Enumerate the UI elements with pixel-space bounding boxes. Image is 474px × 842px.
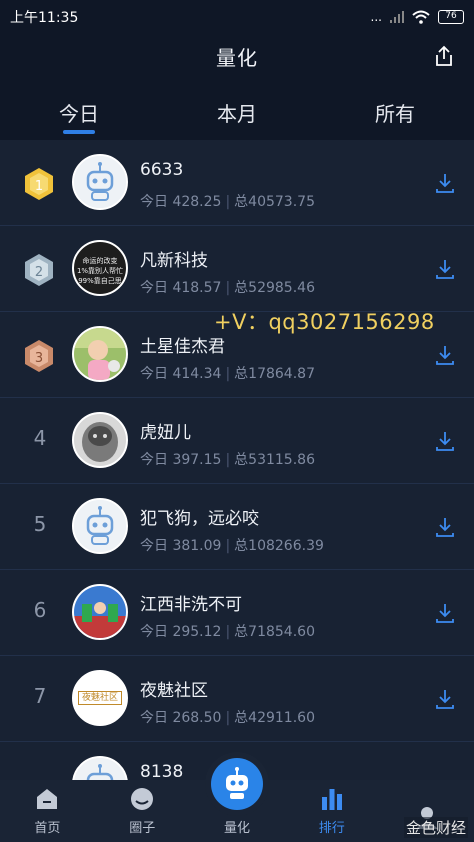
list-item[interactable]: 5 犯飞狗，远必咬 今日 381.09 | 总108266.39 (0, 484, 474, 570)
download-icon[interactable] (434, 688, 456, 710)
robot-icon (226, 767, 248, 799)
nav-home[interactable]: 首页 (0, 780, 95, 842)
header: 量化 (0, 34, 474, 78)
user-name: 凡新科技 (140, 251, 208, 271)
svg-text:1: 1 (35, 179, 43, 194)
user-name: 6633 (140, 160, 184, 180)
user-name: 8138 (140, 762, 184, 780)
user-stats: 今日 397.15 | 总53115.86 (140, 452, 315, 468)
logo-avatar: 夜魅社区 (72, 670, 128, 726)
rank-number: 4 (33, 426, 47, 450)
wifi-icon (412, 10, 430, 24)
status-indicators: ... 76 (371, 10, 464, 24)
tab-today[interactable]: 今日 (0, 88, 158, 134)
rank-number: 6 (33, 598, 47, 622)
colorful-photo-image (74, 586, 126, 638)
list-item[interactable]: 2 命运的改变 1%靠别人帮忙 99%靠自己思 凡新科技 今日 418.57 | 总… (0, 226, 474, 312)
nav-quant-label: 量化 (223, 821, 250, 836)
download-icon[interactable] (434, 258, 456, 280)
svg-text:2: 2 (35, 265, 43, 280)
download-icon[interactable] (434, 602, 456, 624)
gray-photo-avatar (72, 412, 128, 468)
svg-text:3: 3 (35, 351, 43, 366)
nav-ranking[interactable]: 排行 (284, 780, 379, 842)
child-photo-image (74, 328, 126, 380)
signal-dots: ... (370, 10, 382, 24)
user-name: 夜魅社区 (140, 681, 208, 701)
rank-number: 7 (33, 684, 47, 708)
robot-icon (74, 500, 126, 552)
signal-icon (390, 11, 404, 23)
nav-circle[interactable]: 圈子 (95, 780, 190, 842)
battery-icon: 76 (438, 10, 464, 24)
user-name: 土星佳杰君 (140, 337, 225, 357)
robot-icon (74, 156, 126, 208)
text-avatar: 命运的改变 1%靠别人帮忙 99%靠自己思 (72, 240, 128, 296)
list-item[interactable]: 7 夜魅社区 夜魅社区 今日 268.50 | 总42911.60 (0, 656, 474, 742)
silver-medal-icon: 2 (25, 254, 53, 286)
robot-avatar (72, 154, 128, 210)
user-name: 虎妞儿 (140, 423, 191, 443)
bar-chart-icon (321, 789, 342, 810)
robot-icon (74, 758, 126, 780)
list-item[interactable]: 6 江西非洗不可 今日 295.12 | 总71854.60 (0, 570, 474, 656)
ranking-list: 1 6633 今日 428.25 | 总40573.75 2 命运的改变 1%靠… (0, 140, 474, 780)
user-name: 江西非洗不可 (140, 595, 242, 615)
nav-circle-label: 圈子 (129, 821, 156, 836)
robot-avatar (72, 756, 128, 780)
download-icon[interactable] (434, 172, 456, 194)
period-tabs: 今日 本月 所有 (0, 88, 474, 134)
quant-center-button[interactable] (205, 752, 269, 816)
gold-medal-icon: 1 (25, 168, 53, 200)
gray-photo-image (74, 414, 126, 466)
user-stats: 今日 414.34 | 总17864.87 (140, 366, 315, 382)
list-item[interactable]: 1 6633 今日 428.25 | 总40573.75 (0, 140, 474, 226)
user-stats: 今日 428.25 | 总40573.75 (140, 194, 315, 210)
user-stats: 今日 418.57 | 总52985.46 (140, 280, 315, 296)
brand-watermark: 金色财经 (403, 817, 468, 838)
robot-avatar (72, 498, 128, 554)
download-icon[interactable] (434, 430, 456, 452)
download-icon[interactable] (434, 344, 456, 366)
status-bar: 上午11:35 ... 76 (0, 0, 474, 34)
share-icon[interactable] (432, 44, 456, 68)
colorful-photo-avatar (72, 584, 128, 640)
page-title: 量化 (216, 45, 258, 70)
status-time: 上午11:35 (10, 10, 79, 26)
nav-home-label: 首页 (34, 821, 61, 836)
user-stats: 今日 295.12 | 总71854.60 (140, 624, 315, 640)
bronze-medal-icon: 3 (25, 340, 53, 372)
watermark-text: +V：qq3027156298 (214, 310, 435, 334)
quant-center-inner (211, 758, 263, 810)
download-icon[interactable] (434, 516, 456, 538)
home-icon (37, 789, 58, 809)
tab-all[interactable]: 所有 (316, 88, 474, 134)
child-photo-avatar (72, 326, 128, 382)
user-name: 犯飞狗，远必咬 (140, 509, 259, 529)
chat-icon (131, 788, 154, 810)
list-item[interactable]: 4 虎妞儿 今日 397.15 | 总53115.86 (0, 398, 474, 484)
user-stats: 今日 268.50 | 总42911.60 (140, 710, 315, 726)
tab-month[interactable]: 本月 (158, 88, 316, 134)
nav-ranking-label: 排行 (318, 821, 345, 836)
user-stats: 今日 381.09 | 总108266.39 (140, 538, 324, 554)
rank-number: 5 (33, 512, 47, 536)
